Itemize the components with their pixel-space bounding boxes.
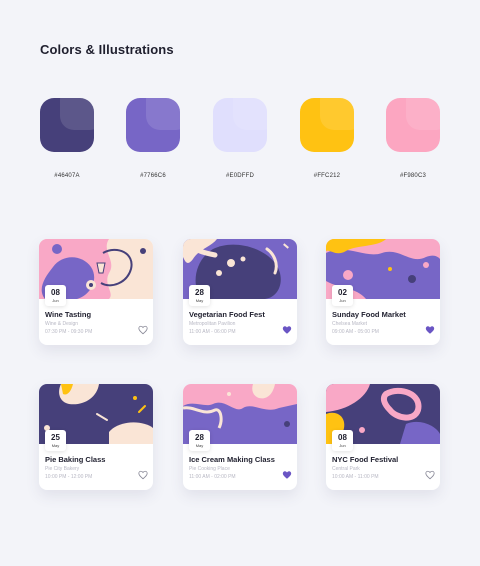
event-venue: Pie Cooking Place [189,466,230,472]
date-day: 08 [338,433,347,442]
event-card[interactable]: 25 May Pie Baking Class Pie City Bakery … [39,384,153,490]
date-badge: 28 May [189,285,210,306]
swatch-pink [386,98,440,152]
date-badge: 25 May [45,430,66,451]
date-month: May [195,443,204,448]
date-day: 08 [51,288,60,297]
event-title: Sunday Food Market [332,310,406,319]
swatch-hex-label: #46407A [54,173,80,179]
date-month: Jun [52,298,59,303]
date-month: May [51,443,60,448]
swatch-lavender [213,98,267,152]
event-time: 10:00 AM - 11:00 PM [332,474,379,480]
event-time: 11:00 AM - 06:00 PM [189,329,236,335]
event-time: 11:00 AM - 02:00 PM [189,474,236,480]
swatch-dark-indigo [40,98,94,152]
event-time: 07:30 PM - 09:30 PM [45,329,93,335]
event-card[interactable]: 02 Jun Sunday Food Market Chelsea Market… [326,239,440,345]
date-day: 02 [338,288,347,297]
swatch-hex-label: #E0DFFD [225,173,255,179]
date-day: 28 [195,433,204,442]
event-card[interactable]: 28 May Ice Cream Making Class Pie Cookin… [183,384,297,490]
page-title: Colors & Illustrations [40,42,174,57]
swatch-hex-label: #7766C6 [140,173,166,179]
date-day: 25 [51,433,60,442]
heart-outline-icon[interactable] [138,470,148,480]
date-day: 28 [195,288,204,297]
event-card[interactable]: 28 May Vegetarian Food Fest Metropolitan… [183,239,297,345]
event-venue: Pie City Bakery [45,466,80,472]
event-title: Vegetarian Food Fest [189,310,265,319]
event-time: 10:00 PM - 12:00 PM [45,474,93,480]
heart-filled-icon[interactable] [425,325,435,335]
swatch-yellow [300,98,354,152]
event-card[interactable]: 08 Jun NYC Food Festival Central Park 10… [326,384,440,490]
heart-outline-icon[interactable] [425,470,435,480]
date-month: Jun [339,298,346,303]
event-card[interactable]: 08 Jun Wine Tasting Wine & Design 07:30 … [39,239,153,345]
swatch-purple [126,98,180,152]
event-venue: Chelsea Market [332,321,368,327]
event-venue: Central Park [332,466,360,472]
event-title: Ice Cream Making Class [189,455,275,464]
swatch-hex-label: #FFC212 [313,173,341,179]
swatch-hex-label: #F980C3 [399,173,427,179]
event-title: Wine Tasting [45,310,92,319]
heart-filled-icon[interactable] [282,325,292,335]
date-month: May [195,298,204,303]
event-title: NYC Food Festival [332,455,399,464]
event-time: 09:00 AM - 05:00 PM [332,329,379,335]
event-venue: Wine & Design [45,321,79,327]
date-month: Jun [339,443,346,448]
date-badge: 08 Jun [332,430,353,451]
date-badge: 28 May [189,430,210,451]
heart-outline-icon[interactable] [138,325,148,335]
heart-filled-icon[interactable] [282,470,292,480]
event-title: Pie Baking Class [45,455,106,464]
date-badge: 02 Jun [332,285,353,306]
date-badge: 08 Jun [45,285,66,306]
event-venue: Metropolitan Pavilion [189,321,236,327]
